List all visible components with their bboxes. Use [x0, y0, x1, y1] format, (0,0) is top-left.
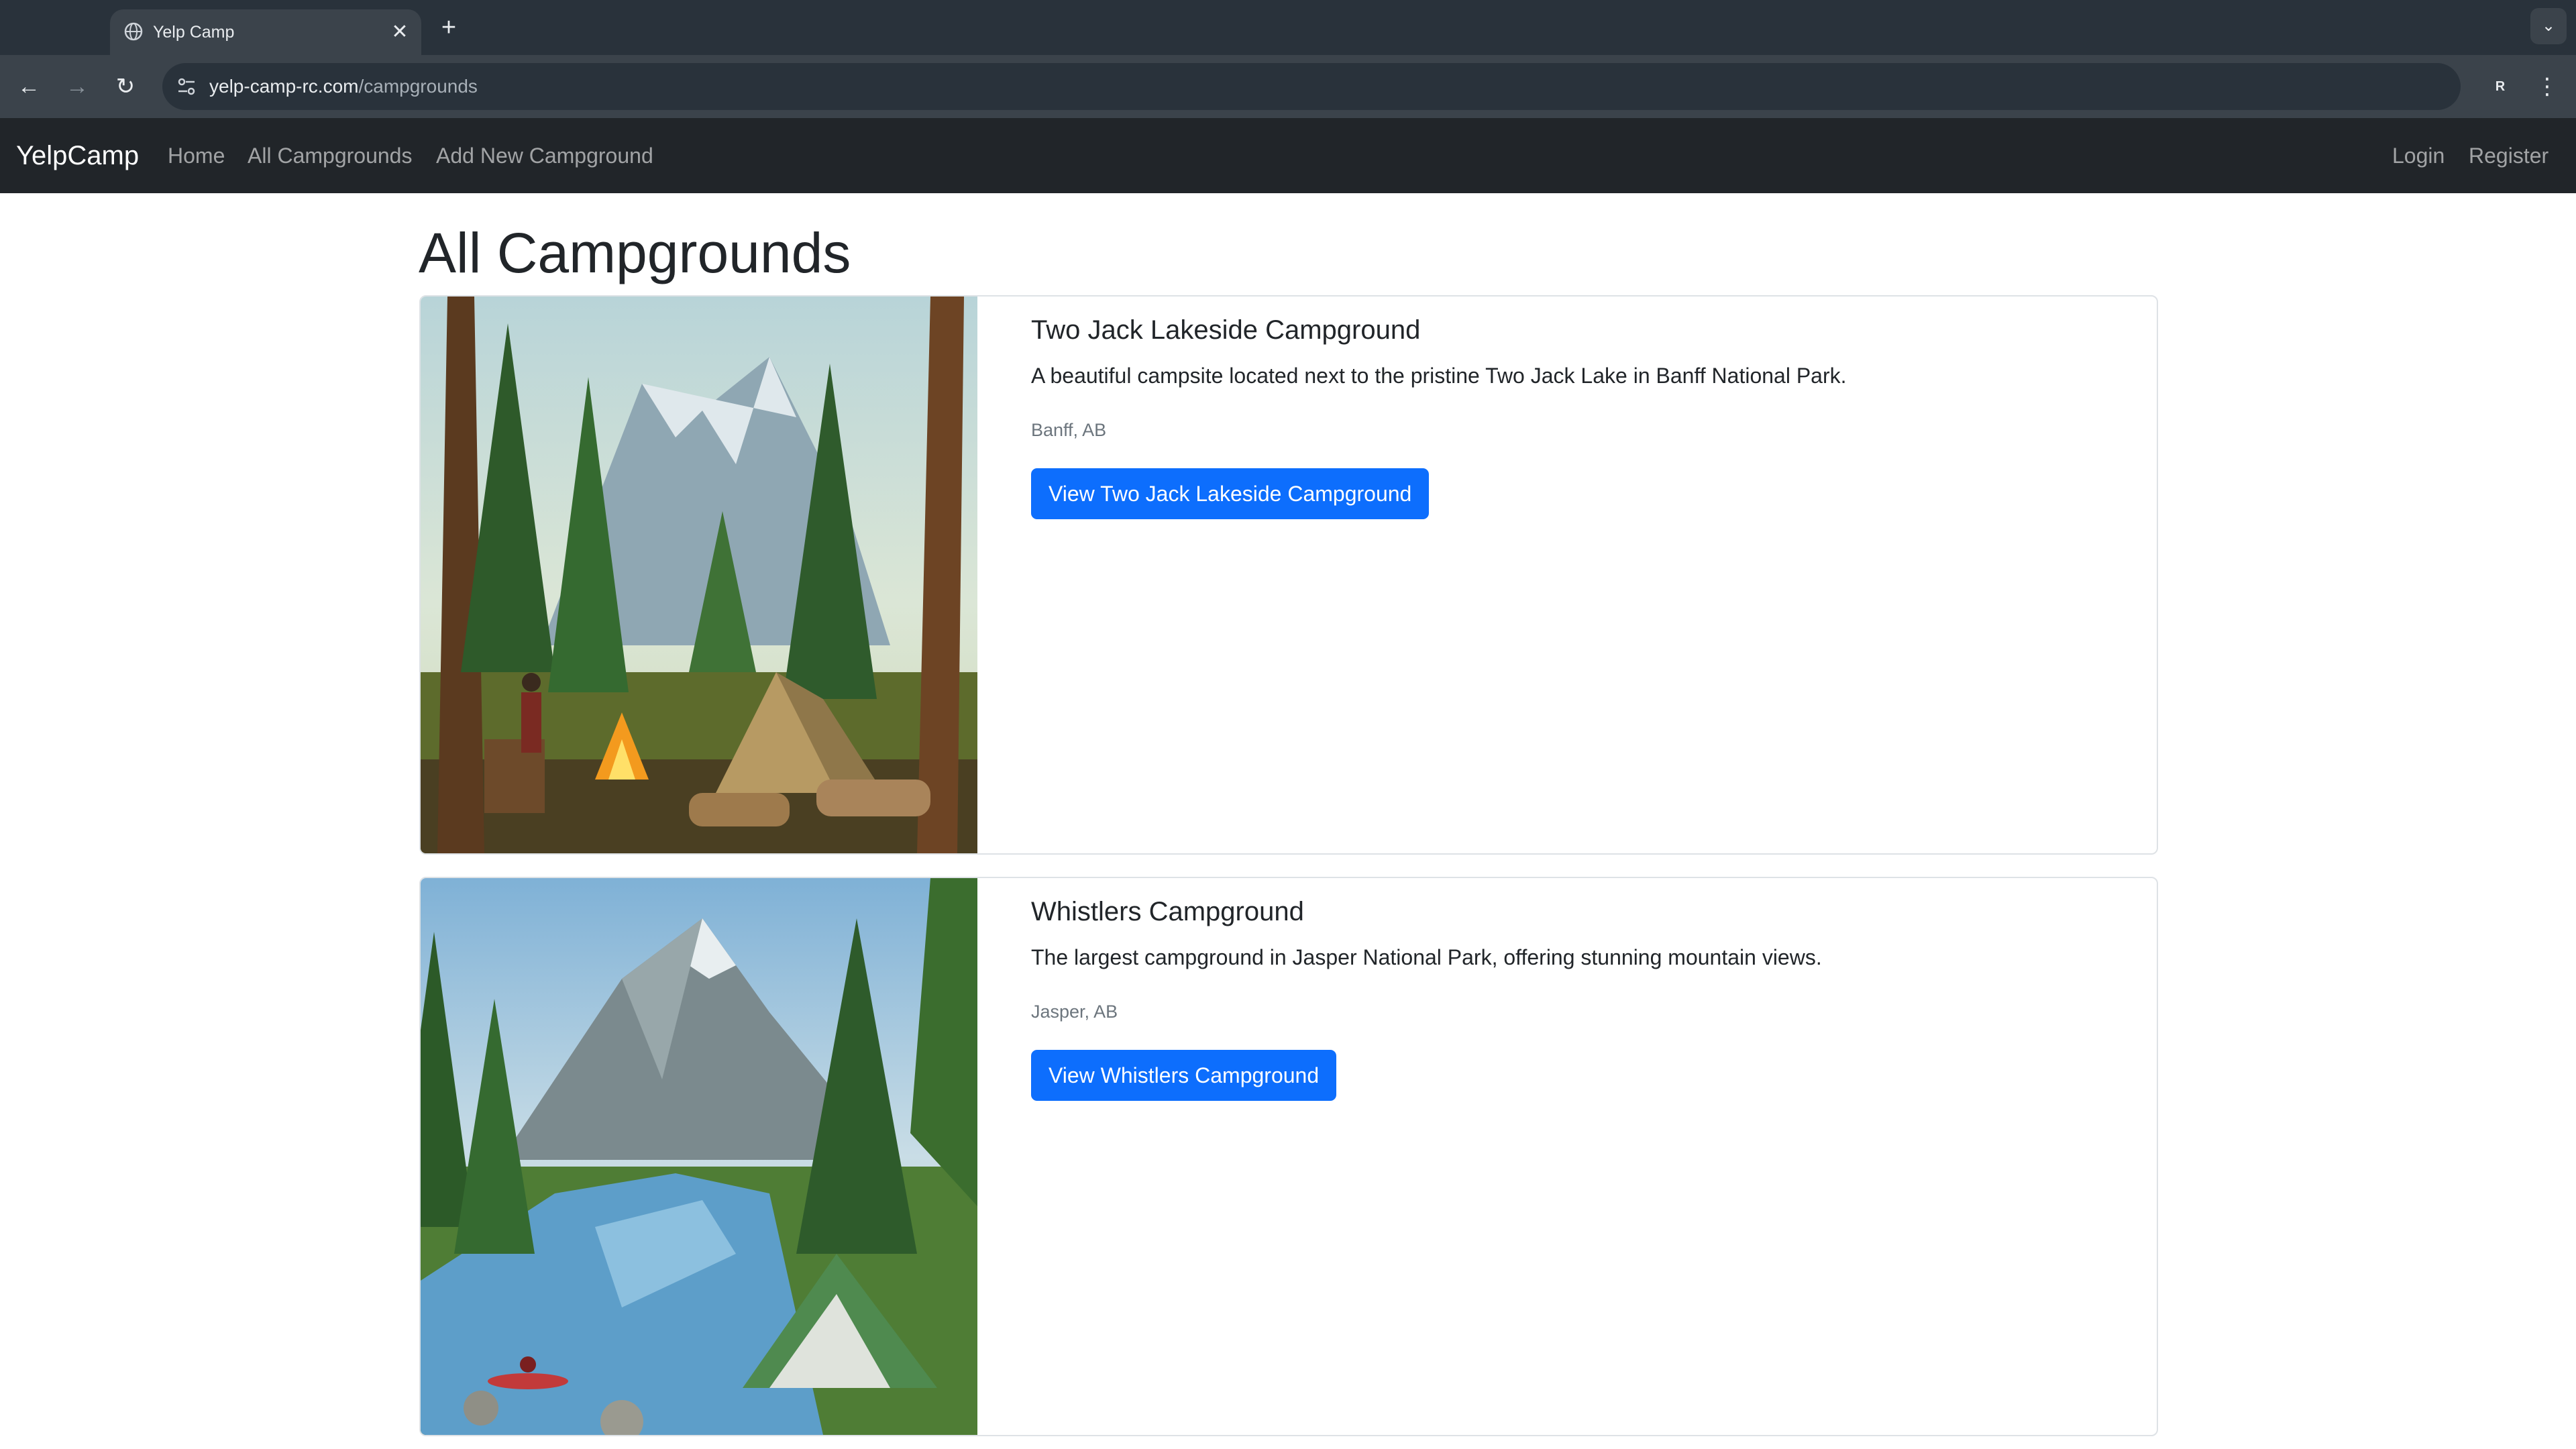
nav-link-home[interactable]: Home [168, 118, 225, 193]
browser-toolbar: ← → ↻ yelp-camp-rc.com/campgrounds ☆ R ⋮ [0, 55, 2576, 118]
campground-location: Jasper, AB [1031, 1002, 1118, 1022]
back-arrow-icon[interactable]: ← [12, 70, 46, 103]
address-bar[interactable]: yelp-camp-rc.com/campgrounds ☆ [162, 63, 2461, 110]
url-text[interactable]: yelp-camp-rc.com/campgrounds [209, 63, 478, 110]
campground-description: The largest campground in Jasper Nationa… [1031, 945, 1822, 969]
brand-logo-link[interactable]: YelpCamp [16, 118, 139, 193]
tab-search-dropdown-icon[interactable]: ⌄ [2530, 8, 2567, 44]
tab-title: Yelp Camp [153, 23, 235, 42]
close-tab-icon[interactable]: ✕ [386, 19, 413, 46]
site-info-icon[interactable] [174, 74, 199, 99]
campground-image-forest-camp [421, 297, 977, 853]
campground-card: Two Jack Lakeside Campground A beautiful… [419, 295, 2158, 855]
nav-link-login[interactable]: Login [2392, 118, 2445, 193]
url-domain: yelp-camp-rc.com [209, 76, 359, 97]
campground-location: Banff, AB [1031, 420, 1107, 440]
campground-card: Whistlers Campground The largest campgro… [419, 877, 2158, 1436]
view-campground-button[interactable]: View Two Jack Lakeside Campground [1031, 468, 1430, 519]
profile-avatar[interactable]: R [2482, 68, 2518, 105]
url-path: /campgrounds [358, 76, 478, 97]
site-navbar: YelpCamp Home All Campgrounds Add New Ca… [0, 118, 2576, 193]
browser-tab[interactable]: Yelp Camp ✕ [110, 9, 421, 55]
new-tab-icon[interactable]: + [433, 12, 464, 43]
campground-image-mountain-river [421, 878, 977, 1435]
nav-link-add-new-campground[interactable]: Add New Campground [436, 118, 653, 193]
browser-tab-strip: Yelp Camp ✕ + ⌄ [0, 0, 2576, 55]
forward-arrow-icon[interactable]: → [60, 70, 94, 103]
page-title: All Campgrounds [419, 221, 851, 284]
nav-link-all-campgrounds[interactable]: All Campgrounds [248, 118, 412, 193]
browser-menu-icon[interactable]: ⋮ [2529, 68, 2565, 105]
globe-icon [124, 22, 143, 41]
campground-title: Whistlers Campground [1031, 897, 1304, 926]
campground-title: Two Jack Lakeside Campground [1031, 315, 1421, 345]
campground-description: A beautiful campsite located next to the… [1031, 364, 1847, 388]
reload-icon[interactable]: ↻ [109, 70, 142, 103]
view-campground-button[interactable]: View Whistlers Campground [1031, 1050, 1337, 1101]
nav-link-register[interactable]: Register [2469, 118, 2548, 193]
